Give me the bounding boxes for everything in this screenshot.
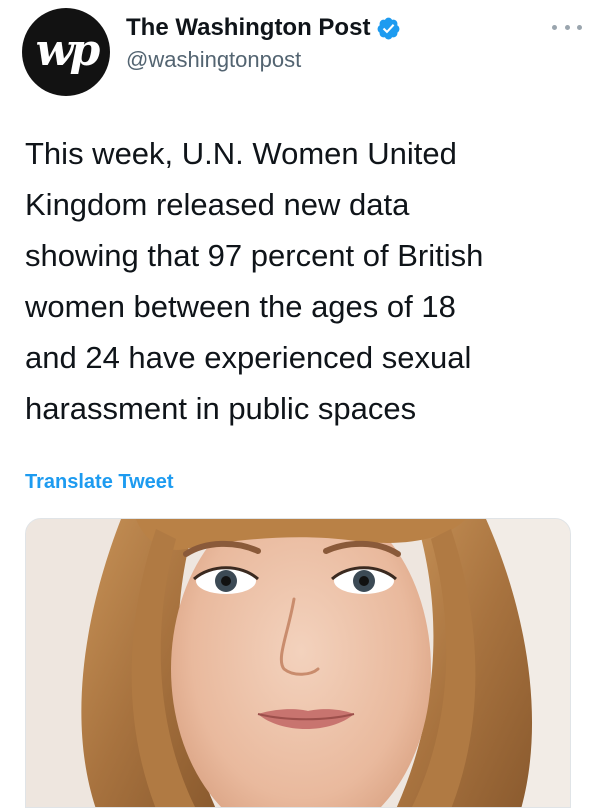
verified-badge-icon [377, 17, 400, 39]
dot [552, 24, 557, 30]
author-handle[interactable]: @washingtonpost [126, 47, 301, 73]
tweet-photo[interactable] [25, 518, 571, 808]
author-name-row[interactable]: The Washington Post [126, 14, 401, 42]
tweet-text: This week, U.N. Women United Kingdom rel… [25, 136, 484, 426]
dot [577, 24, 582, 30]
portrait-photo-image [26, 519, 570, 807]
tweet-header: wp The Washington Post @washingtonpost [0, 0, 596, 110]
author-avatar[interactable]: wp [22, 8, 110, 96]
dot [564, 24, 570, 30]
avatar-logo: wp [35, 24, 101, 76]
author-display-name[interactable]: The Washington Post [126, 14, 370, 42]
more-options-icon[interactable] [552, 20, 582, 34]
translate-tweet-link[interactable]: Translate Tweet [25, 471, 174, 494]
